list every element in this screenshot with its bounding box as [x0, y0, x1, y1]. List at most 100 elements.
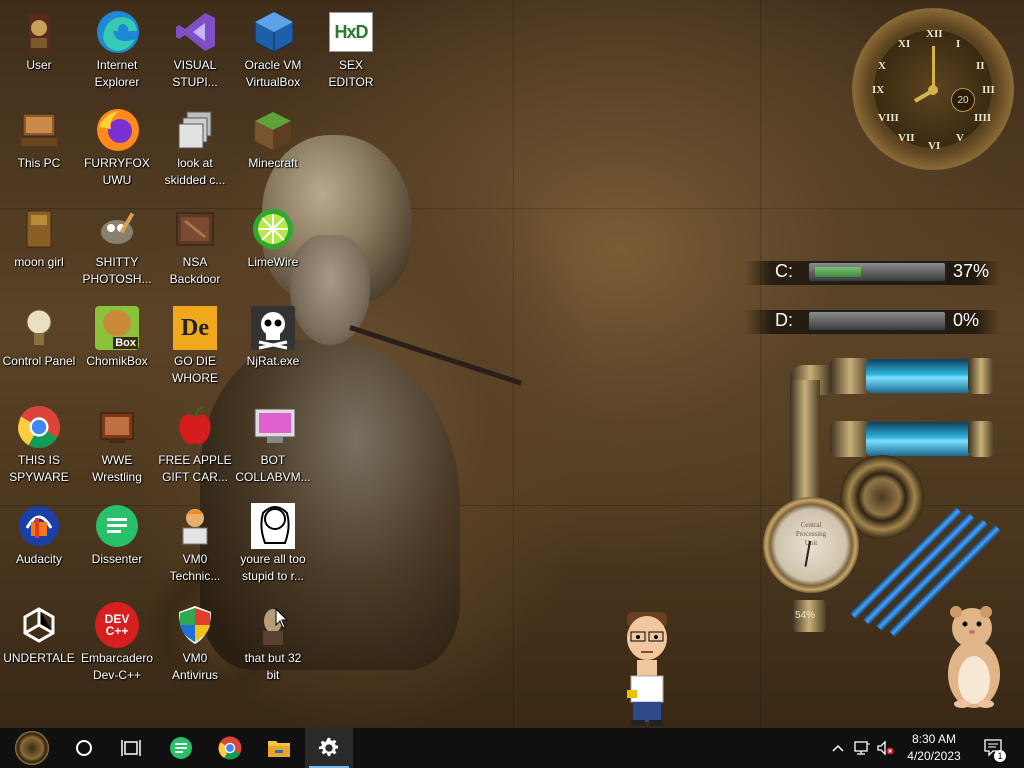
clock-center-pin: [928, 85, 938, 95]
chrome-icon: [218, 736, 242, 760]
cortana-button[interactable]: [60, 728, 108, 768]
meter-fill: [815, 267, 861, 277]
action-center-button[interactable]: 1: [978, 728, 1010, 768]
desktop-icon-chrome[interactable]: THIS IS SPYWARE: [0, 405, 78, 486]
de-text: De: [181, 314, 209, 341]
technician-icon: [173, 504, 217, 548]
book-icon: [17, 207, 61, 251]
steampunk-start-orb-icon: [15, 731, 49, 765]
clock-numeral: V: [956, 132, 964, 144]
desktop-icon-nsa-backdoor[interactable]: NSA Backdoor: [156, 207, 234, 288]
computer-icon: [17, 108, 61, 152]
backdoor-icon: [173, 207, 217, 251]
hxd-text: HxD: [334, 21, 368, 42]
desktop-icon-audacity[interactable]: Audacity: [0, 504, 78, 568]
desktop-icon-this-pc[interactable]: This PC: [0, 108, 78, 172]
desktop-icon-youre-all-too-stupid[interactable]: youre all too stupid to r...: [234, 503, 312, 585]
hank-hill-desktop-buddy[interactable]: [623, 612, 673, 727]
brass-collar: [830, 421, 870, 457]
tv-icon: [95, 405, 139, 449]
brass-cap: [968, 358, 994, 394]
box-text: Box: [113, 337, 138, 349]
gear-icon: [318, 737, 339, 757]
desktop-icon-vm0-antivirus[interactable]: VM0 Antivirus: [156, 603, 234, 684]
system-clock[interactable]: 8:30 AM 4/20/2023: [898, 728, 970, 768]
devcpp-text: DEV C++: [104, 612, 130, 638]
desktop-icon-limewire[interactable]: LimeWire: [234, 207, 312, 271]
desktop-icon-free-apple-gift-card[interactable]: FREE APPLE GIFT CAR...: [156, 405, 234, 486]
desktop-icon-njrat[interactable]: NjRat.exe: [234, 306, 312, 370]
meter-drive-letter: C:: [775, 261, 793, 281]
desktop-icon-furryfox[interactable]: FURRYFOX UWU: [78, 108, 156, 189]
desktop-icon-devcpp[interactable]: DEV C++ Embarcadero Dev-C++: [78, 602, 156, 684]
clock-minute-hand: [932, 46, 935, 90]
settings-taskbar-button[interactable]: [305, 728, 353, 768]
chomikbox-icon: Box: [95, 306, 139, 350]
desktop-icon-bot-collabvm[interactable]: BOT COLLABVM...: [234, 405, 312, 486]
desktop-icon-undertale[interactable]: UNDERTALE: [0, 603, 78, 667]
desktop-icon-that-but-32-bit[interactable]: that but 32 bit: [234, 603, 312, 684]
unity-icon: [17, 603, 61, 647]
dissenter-taskbar-button[interactable]: [157, 728, 205, 768]
desktop-icon-chomikbox[interactable]: Box ChomikBox: [78, 306, 156, 370]
clock-numeral: I: [956, 38, 961, 50]
desktop-icon-internet-explorer[interactable]: Internet Explorer: [78, 10, 156, 91]
dissenter-icon: [95, 504, 139, 548]
network-icon: [854, 741, 870, 755]
task-view-icon: [121, 740, 141, 756]
file-explorer-taskbar-button[interactable]: [255, 728, 303, 768]
desktop-icon-user[interactable]: User: [0, 10, 78, 74]
clock-time: 8:30 AM: [911, 732, 957, 746]
desktop-icon-dissenter[interactable]: Dissenter: [78, 504, 156, 568]
clock-numeral: IIII: [974, 112, 992, 124]
volume-tray-button[interactable]: [874, 728, 896, 768]
disk-meter-d[interactable]: D: 0%: [745, 306, 1000, 336]
desktop-icon-vm0-technician[interactable]: VM0 Technic...: [156, 504, 234, 585]
desktop-icon-minecraft[interactable]: Minecraft: [234, 108, 312, 172]
show-hidden-icons-button[interactable]: [828, 728, 848, 768]
desktop-icon-control-panel[interactable]: Control Panel: [0, 306, 78, 370]
clock-numeral: IX: [872, 84, 885, 96]
virtualbox-icon: [251, 10, 295, 54]
meter-tube: [807, 310, 947, 332]
taskbar: 8:30 AM 4/20/2023 1: [0, 728, 1024, 768]
portrait-image-icon: [251, 503, 295, 549]
brass-vertical-pipe: [790, 380, 820, 510]
clock-gadget[interactable]: XII I II III IIII V VI VII VIII IX X XI …: [852, 8, 1014, 170]
clock-date-dial: 20: [951, 88, 975, 112]
desktop-wallpaper[interactable]: User This PC moon girl Control Panel THI…: [0, 0, 1024, 728]
task-view-button[interactable]: [107, 728, 155, 768]
disk-meter-c[interactable]: C: 37%: [745, 257, 1000, 287]
blue-tube-1: [866, 359, 972, 393]
visual-studio-icon: [173, 10, 217, 54]
stacked-windows-icon: [173, 108, 217, 152]
meter-percent: 0%: [953, 310, 980, 330]
edge-icon: [95, 10, 139, 54]
user-folder-icon: [17, 10, 61, 54]
apple-icon: [173, 405, 217, 449]
skull-icon: [251, 306, 295, 350]
grass-block-icon: [251, 108, 295, 152]
devcpp-icon: DEV C++: [95, 602, 139, 648]
blue-tube-2: [866, 422, 972, 456]
desktop-icon-moon-girl[interactable]: moon girl: [0, 207, 78, 271]
desktop-icon-visual-studio[interactable]: VISUAL STUPI...: [156, 10, 234, 91]
cortana-circle-icon: [76, 740, 92, 756]
desktop-icon-skidded-code[interactable]: look at skidded c...: [156, 108, 234, 189]
brass-collar: [830, 358, 870, 394]
desktop-icon-go-die[interactable]: De GO DIE WHORE: [156, 306, 234, 387]
desktop-icon-sex-editor[interactable]: HxD SEX EDITOR: [312, 10, 390, 91]
start-button[interactable]: [8, 728, 56, 768]
hamster-desktop-pet[interactable]: [938, 600, 1008, 710]
limewire-icon: [251, 207, 295, 251]
network-tray-button[interactable]: [851, 728, 873, 768]
dissenter-icon: [170, 737, 192, 759]
firefox-icon: [95, 108, 139, 152]
desktop-icon-gimp[interactable]: SHITTY PHOTOSH...: [78, 207, 156, 288]
meter-tube: [807, 261, 947, 283]
desktop-icon-wwe-wrestling[interactable]: WWE Wrestling: [78, 405, 156, 486]
cpu-gauge: Central Processing Unit: [763, 497, 859, 593]
wallpaper-line: [760, 0, 761, 728]
chrome-taskbar-button[interactable]: [206, 728, 254, 768]
desktop-icon-virtualbox[interactable]: Oracle VM VirtualBox: [234, 10, 312, 91]
